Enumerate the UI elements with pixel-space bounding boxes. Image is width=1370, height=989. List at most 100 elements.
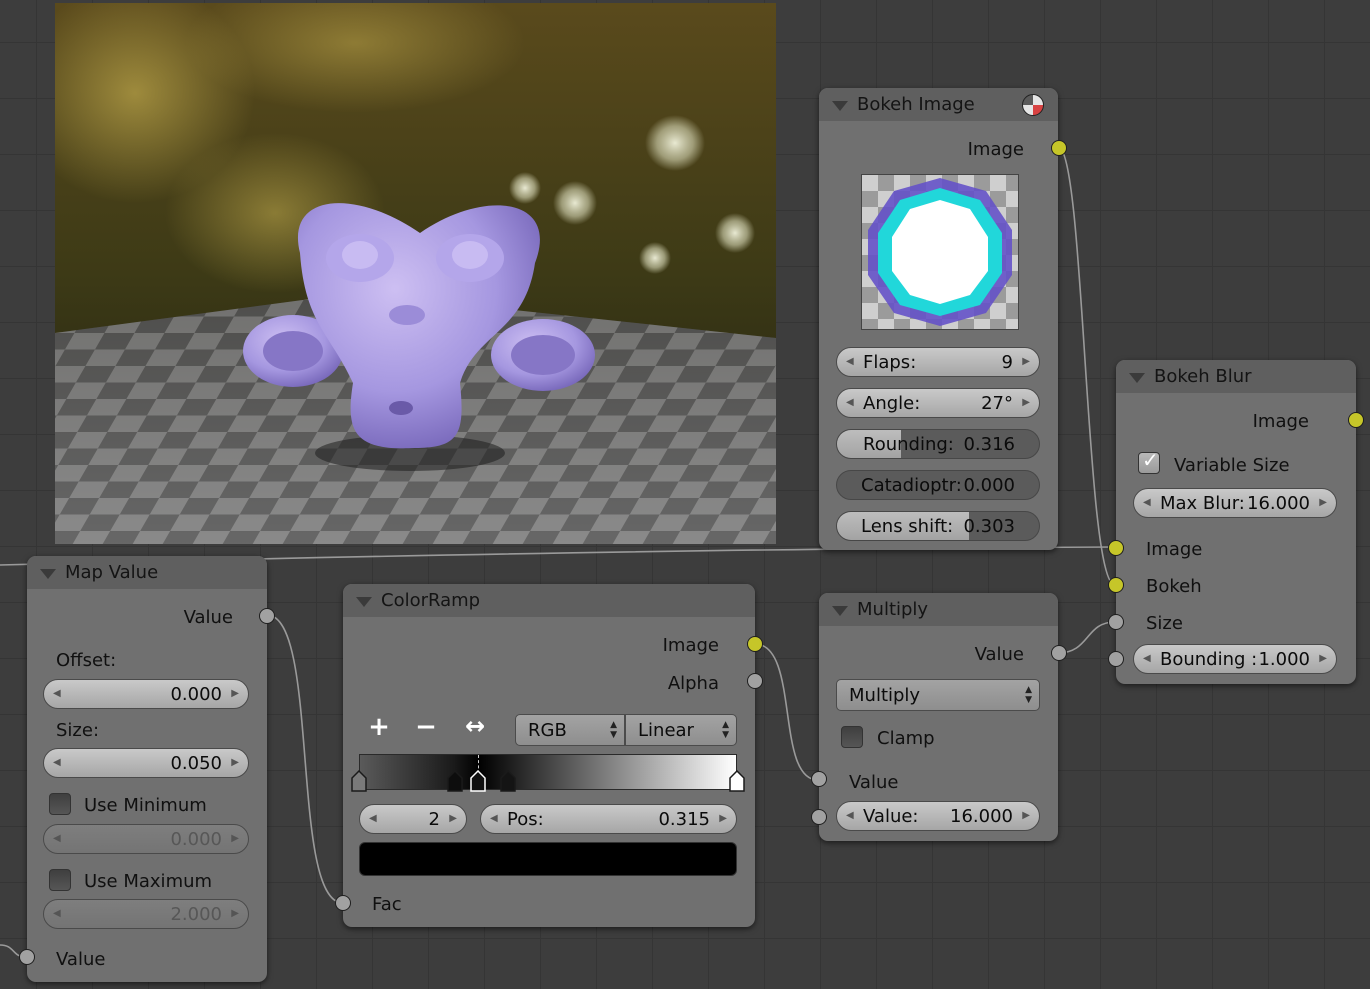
- increment-arrow-icon[interactable]: ▶: [1319, 653, 1327, 664]
- decrement-arrow-icon[interactable]: ◀: [53, 757, 61, 768]
- bokeh-blur-bokeh-socket[interactable]: [1108, 577, 1124, 593]
- operation-dropdown[interactable]: Multiply ▲ ▼: [836, 679, 1040, 711]
- increment-arrow-icon[interactable]: ▶: [1022, 356, 1030, 367]
- map-value-output-socket[interactable]: [259, 608, 275, 624]
- decrement-arrow-icon: ◀: [53, 833, 61, 844]
- catadioptric-value: 0.000: [963, 475, 1015, 496]
- node-header[interactable]: Bokeh Image: [819, 88, 1058, 121]
- decrement-arrow-icon[interactable]: ◀: [369, 813, 377, 824]
- color-ramp-alpha-socket[interactable]: [747, 673, 763, 689]
- bokeh-blur-node[interactable]: Bokeh Blur Image ✓ Variable Size ◀ Max B…: [1116, 360, 1356, 684]
- interpolation-dropdown[interactable]: Linear ▲ ▼: [625, 714, 737, 746]
- minimum-value: 0.000: [170, 829, 222, 850]
- bokeh-image-output-socket[interactable]: [1051, 140, 1067, 156]
- bokeh-image-node[interactable]: Bokeh Image Image ◀ Flaps: 9 ▶ ◀ Angle: …: [819, 88, 1058, 550]
- pos-field[interactable]: ◀ Pos: 0.315 ▶: [480, 804, 737, 834]
- link-bokehimage-to-bokeh: [1057, 146, 1116, 586]
- increment-arrow-icon[interactable]: ▶: [449, 813, 457, 824]
- rounding-label: Rounding:: [863, 434, 954, 455]
- node-title: Bokeh Blur: [1154, 366, 1252, 387]
- collapse-triangle-icon[interactable]: [40, 569, 56, 579]
- bokeh-blur-output-socket[interactable]: [1348, 412, 1364, 428]
- render-preview-icon[interactable]: [1022, 94, 1044, 116]
- active-stop-index-field[interactable]: ◀ 2 ▶: [359, 804, 467, 834]
- remove-stop-button[interactable]: −: [412, 712, 440, 742]
- increment-arrow-icon[interactable]: ▶: [231, 757, 239, 768]
- clamp-checkbox[interactable]: [841, 726, 863, 748]
- color-stop-marker[interactable]: [447, 769, 464, 792]
- rounding-slider[interactable]: Rounding: 0.316: [836, 429, 1040, 459]
- value2-label: Value:: [863, 806, 919, 827]
- collapse-triangle-icon[interactable]: [1129, 373, 1145, 383]
- decrement-arrow-icon[interactable]: ◀: [846, 810, 854, 821]
- multiply-node[interactable]: Multiply Value Multiply ▲ ▼ Clamp Value ◀…: [819, 593, 1058, 841]
- size-field[interactable]: ◀ 0.050 ▶: [43, 748, 249, 778]
- value2-value: 16.000: [950, 806, 1013, 827]
- increment-arrow-icon[interactable]: ▶: [1022, 397, 1030, 408]
- output-image-label: Image: [662, 635, 719, 656]
- pos-value: 0.315: [658, 809, 710, 830]
- color-ramp-node[interactable]: ColorRamp Image Alpha + − ↔ RGB ▲ ▼ Linea…: [343, 584, 755, 927]
- maximum-value: 2.000: [170, 904, 222, 925]
- lens-shift-slider[interactable]: Lens shift: 0.303: [836, 511, 1040, 541]
- increment-arrow-icon[interactable]: ▶: [231, 688, 239, 699]
- multiply-value1-socket[interactable]: [811, 771, 827, 787]
- color-ramp-image-socket[interactable]: [747, 636, 763, 652]
- collapse-triangle-icon[interactable]: [832, 606, 848, 616]
- use-maximum-checkbox[interactable]: [49, 869, 71, 891]
- active-color-swatch[interactable]: [359, 842, 737, 876]
- map-value-input-socket[interactable]: [19, 949, 35, 965]
- output-value-label: Value: [183, 607, 233, 628]
- output-value-label: Value: [974, 644, 1024, 665]
- maximum-field: ◀ 2.000 ▶: [43, 899, 249, 929]
- color-stop-marker[interactable]: [351, 769, 367, 792]
- angle-field[interactable]: ◀ Angle: 27° ▶: [836, 388, 1040, 418]
- decrement-arrow-icon[interactable]: ◀: [846, 356, 854, 367]
- flaps-label: Flaps:: [863, 352, 917, 373]
- offset-value: 0.000: [170, 684, 222, 705]
- color-stop-marker[interactable]: [470, 769, 486, 792]
- decrement-arrow-icon[interactable]: ◀: [846, 397, 854, 408]
- node-title: Map Value: [65, 562, 159, 583]
- value2-field[interactable]: ◀ Value: 16.000 ▶: [836, 801, 1040, 831]
- use-minimum-checkbox[interactable]: [49, 793, 71, 815]
- catadioptric-slider[interactable]: Catadioptr: 0.000: [836, 470, 1040, 500]
- decrement-arrow-icon[interactable]: ◀: [1143, 497, 1151, 508]
- bounding-field[interactable]: ◀ Bounding : 1.000 ▶: [1133, 644, 1337, 674]
- flaps-field[interactable]: ◀ Flaps: 9 ▶: [836, 347, 1040, 377]
- node-title: Bokeh Image: [857, 94, 975, 115]
- node-header[interactable]: Multiply: [819, 593, 1058, 626]
- color-ramp-stops[interactable]: [351, 769, 745, 794]
- color-stop-marker[interactable]: [500, 769, 517, 792]
- node-header[interactable]: Bokeh Blur: [1116, 360, 1356, 393]
- increment-arrow-icon[interactable]: ▶: [719, 813, 727, 824]
- collapse-triangle-icon[interactable]: [356, 597, 372, 607]
- decrement-arrow-icon[interactable]: ◀: [490, 813, 498, 824]
- decrement-arrow-icon[interactable]: ◀: [53, 688, 61, 699]
- decrement-arrow-icon[interactable]: ◀: [1143, 653, 1151, 664]
- decrement-arrow-icon: ◀: [53, 908, 61, 919]
- color-ramp-fac-socket[interactable]: [335, 895, 351, 911]
- bokeh-blur-image-socket[interactable]: [1108, 540, 1124, 556]
- minimum-field: ◀ 0.000 ▶: [43, 824, 249, 854]
- max-blur-field[interactable]: ◀ Max Blur: 16.000 ▶: [1133, 488, 1337, 518]
- color-mode-dropdown[interactable]: RGB ▲ ▼: [515, 714, 625, 746]
- bokeh-blur-size-socket[interactable]: [1108, 614, 1124, 630]
- map-value-node[interactable]: Map Value Value Offset: ◀ 0.000 ▶ Size: …: [27, 556, 267, 982]
- bokeh-blur-bounding-socket[interactable]: [1108, 651, 1124, 667]
- pos-label: Pos:: [507, 809, 544, 830]
- add-stop-button[interactable]: +: [365, 712, 393, 742]
- node-header[interactable]: ColorRamp: [343, 584, 755, 617]
- increment-arrow-icon[interactable]: ▶: [1319, 497, 1327, 508]
- color-stop-marker[interactable]: [729, 769, 745, 792]
- collapse-triangle-icon[interactable]: [832, 101, 848, 111]
- output-image-label: Image: [1252, 411, 1309, 432]
- increment-arrow-icon[interactable]: ▶: [1022, 810, 1030, 821]
- multiply-output-socket[interactable]: [1051, 645, 1067, 661]
- multiply-value2-socket[interactable]: [811, 809, 827, 825]
- offset-field[interactable]: ◀ 0.000 ▶: [43, 679, 249, 709]
- node-header[interactable]: Map Value: [27, 556, 267, 589]
- variable-size-checkbox[interactable]: ✓: [1138, 448, 1160, 474]
- flip-ramp-button[interactable]: ↔: [461, 712, 489, 740]
- checkmark-icon: ✓: [1142, 448, 1159, 472]
